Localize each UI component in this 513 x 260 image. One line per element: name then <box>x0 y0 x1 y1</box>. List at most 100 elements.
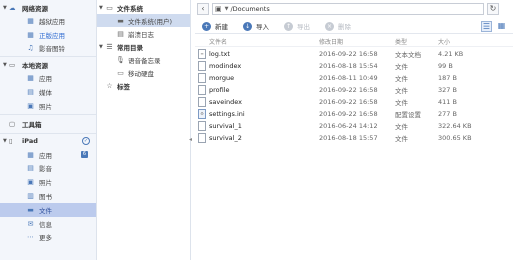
view-switcher: ☰ ▦ <box>477 20 507 32</box>
tree-item-user-filesystem[interactable]: ▬ 文件系统(用户) <box>97 14 190 27</box>
back-button[interactable]: ‹ <box>197 3 209 15</box>
grid-view-icon[interactable]: ▦ <box>496 21 507 32</box>
table-row[interactable]: modindex 2016-08-18 15:54 文件 99 B <box>195 60 513 72</box>
refresh-button[interactable]: ↻ <box>487 3 499 15</box>
sidebar-item-label: 信息 <box>39 220 52 229</box>
sidebar-item-device-media[interactable]: ▤ 影音 <box>0 162 96 176</box>
file-icon <box>198 61 206 71</box>
file-name: saveindex <box>209 98 242 106</box>
list-icon: ☰ <box>106 42 113 51</box>
sidebar-item-local-photos[interactable]: ▣ 照片 <box>0 99 96 113</box>
delete-label: 删除 <box>338 23 351 31</box>
file-type: 文件 <box>395 123 408 131</box>
sidebar-item-device-photos[interactable]: ▣ 照片 <box>0 175 96 189</box>
group-network-resources[interactable]: ▼ ☁ 网络资源 <box>0 1 96 14</box>
import-button[interactable]: ↓ 导入 <box>236 21 269 31</box>
message-icon: ✉ <box>27 219 34 228</box>
file-size: 411 B <box>438 98 457 106</box>
tree-item-label: 语音备忘录 <box>128 56 161 65</box>
sidebar-item-local-media[interactable]: ▤ 媒体 <box>0 85 96 99</box>
list-view-icon[interactable]: ☰ <box>481 20 492 32</box>
sidebar-item-label: 照片 <box>39 102 52 111</box>
apps-icon: ▦ <box>27 30 34 39</box>
sidebar-item-device-books[interactable]: ▥ 图书 <box>0 189 96 203</box>
tree-group-bookmarks[interactable]: ☆ 标签 <box>97 79 190 92</box>
new-button[interactable]: + 新建 <box>195 21 228 31</box>
sidebar-item-local-apps[interactable]: ▦ 应用 <box>0 71 96 85</box>
table-row[interactable]: saveindex 2016-09-22 16:58 文件 411 B <box>195 96 513 108</box>
sidebar-item-device-apps[interactable]: ▦ 应用 6 <box>0 148 96 162</box>
export-button[interactable]: ↑ 导出 <box>277 21 310 31</box>
group-label: 网络资源 <box>22 4 48 13</box>
group-device-ipad[interactable]: ▼ ▯ iPad ✓ <box>0 135 96 148</box>
file-icon <box>198 97 206 107</box>
file-icon <box>198 121 206 131</box>
table-row[interactable]: survival_1 2016-06-24 14:12 文件 322.64 KB <box>195 120 513 132</box>
table-row[interactable]: ≡ log.txt 2016-09-22 16:58 文本文档 4.21 KB <box>195 48 513 60</box>
disk-icon: ▭ <box>117 68 124 77</box>
file-date: 2016-09-22 16:58 <box>319 86 378 94</box>
column-header-size[interactable]: 大小 <box>438 37 450 46</box>
tree-group-common-dirs[interactable]: ▼ ☰ 常用目录 <box>97 40 190 53</box>
sidebar-item-device-more[interactable]: ⋯ 更多 <box>0 231 96 245</box>
file-size: 300.65 KB <box>438 134 472 142</box>
delete-button[interactable]: × 删除 <box>318 21 351 31</box>
apps-icon: ▦ <box>27 74 34 83</box>
tree-group-label: 常用目录 <box>117 43 143 52</box>
file-date: 2016-08-18 15:57 <box>319 134 378 142</box>
dropdown-arrow-icon[interactable]: ▼ <box>225 6 229 12</box>
table-header: 文件名 修改日期 类型 大小 <box>195 36 513 47</box>
microphone-icon: 🎙 <box>116 55 125 64</box>
address-bar: ‹ ▣ ▼ /Documents ↻ <box>197 2 513 16</box>
tree-item-label: 文件系统(用户) <box>128 17 173 26</box>
column-header-name[interactable]: 文件名 <box>209 37 227 46</box>
device-icon: ▣ <box>215 5 222 13</box>
tree-item-voice-memos[interactable]: 🎙 语音备忘录 <box>97 53 190 66</box>
tablet-icon: ▯ <box>9 137 13 146</box>
file-name: settings.ini <box>209 110 245 118</box>
file-type: 文件 <box>395 135 408 143</box>
tree-item-label: 移动硬盘 <box>128 69 154 78</box>
device-name: iPad <box>22 137 38 146</box>
table-row[interactable]: morgue 2016-08-11 10:49 文件 187 B <box>195 72 513 84</box>
file-date: 2016-08-18 15:54 <box>319 62 378 70</box>
sidebar-item-jailbreak-apps[interactable]: ▦ 越狱应用 <box>0 14 96 28</box>
file-name: morgue <box>209 74 235 82</box>
export-icon: ↑ <box>284 21 293 31</box>
file-size: 277 B <box>438 110 457 118</box>
media-icon: ▤ <box>27 88 34 97</box>
file-name: log.txt <box>209 50 230 58</box>
table-row[interactable]: ⚙ settings.ini 2016-09-22 16:58 配置设置 277… <box>195 108 513 120</box>
tree-item-mobile-disk[interactable]: ▭ 移动硬盘 <box>97 66 190 79</box>
file-name: survival_2 <box>209 134 242 142</box>
sidebar-item-label: 影音 <box>39 165 52 174</box>
divider <box>0 113 96 115</box>
sidebar-item-label: 应用 <box>39 151 52 160</box>
count-badge: 6 <box>81 151 88 159</box>
path-text: /Documents <box>230 5 270 13</box>
path-field[interactable]: ▣ ▼ /Documents <box>212 3 484 15</box>
sidebar-item-genuine-apps[interactable]: ▦ 正版应用 <box>0 28 96 42</box>
monitor-icon: ▭ <box>106 3 113 12</box>
sidebar-item-media-ringtones[interactable]: ♫ 影音图铃 <box>0 42 96 56</box>
group-toolbox[interactable]: ▢ 工具箱 <box>0 116 96 132</box>
apps-icon: ▦ <box>27 150 34 159</box>
file-name: survival_1 <box>209 122 242 130</box>
sidebar-item-label: 影音图铃 <box>39 45 65 54</box>
sidebar-item-label: 正版应用 <box>39 31 65 40</box>
sidebar-item-device-files[interactable]: ▬ 文件 <box>0 202 96 217</box>
sidebar-item-device-messages[interactable]: ✉ 信息 <box>0 217 96 231</box>
tree-group-filesystem[interactable]: ▼ ▭ 文件系统 <box>97 1 190 14</box>
apps-icon: ▦ <box>27 16 34 25</box>
folder-icon: ▬ <box>27 205 34 214</box>
file-date: 2016-09-22 16:58 <box>319 110 378 118</box>
column-header-type[interactable]: 类型 <box>395 37 407 46</box>
collapse-panel-handle[interactable]: ◂ <box>189 136 192 143</box>
tree-item-crash-logs[interactable]: ▤ 崩溃日志 <box>97 27 190 40</box>
sidebar-item-label: 文件 <box>39 206 52 215</box>
file-name: profile <box>209 86 230 94</box>
table-row[interactable]: survival_2 2016-08-18 15:57 文件 300.65 KB <box>195 132 513 144</box>
group-local-resources[interactable]: ▼ ▭ 本地资源 <box>0 58 96 71</box>
column-header-date[interactable]: 修改日期 <box>319 37 343 46</box>
table-row[interactable]: profile 2016-09-22 16:58 文件 327 B <box>195 84 513 96</box>
